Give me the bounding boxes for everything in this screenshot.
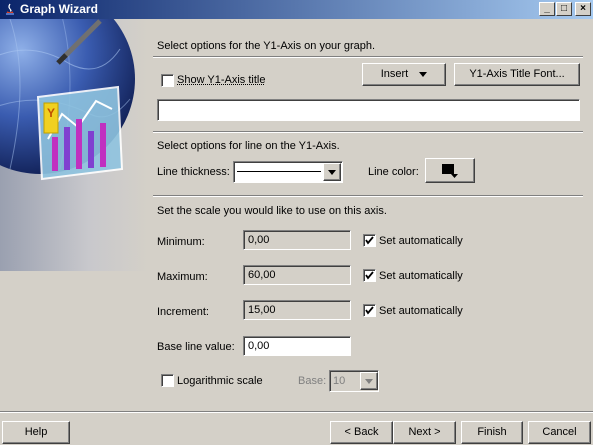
maximum-auto-checkbox[interactable]: [363, 269, 376, 282]
separator: [153, 131, 583, 133]
finish-label: Finish: [477, 426, 507, 438]
minimum-input[interactable]: 0,00: [243, 230, 351, 250]
cancel-label: Cancel: [542, 426, 577, 438]
checkmark-icon: [365, 306, 374, 315]
line-thickness-select[interactable]: [233, 161, 343, 183]
close-icon: ×: [580, 3, 586, 14]
minimize-icon: _: [544, 3, 550, 14]
maximum-auto-label[interactable]: Set automatically: [379, 270, 463, 282]
increment-input[interactable]: 15,00: [243, 300, 351, 320]
axis-letter: Y: [47, 106, 55, 120]
back-label: < Back: [344, 426, 379, 438]
footer-separator: [0, 411, 593, 413]
baseline-input[interactable]: 0,00: [243, 336, 351, 356]
minimum-label: Minimum:: [157, 236, 205, 248]
increment-auto-checkbox[interactable]: [363, 304, 376, 317]
chevron-down-icon: [365, 378, 373, 384]
close-button[interactable]: ×: [575, 2, 591, 16]
checkmark-icon: [365, 271, 374, 280]
maximum-label: Maximum:: [157, 271, 208, 283]
help-button[interactable]: Help: [2, 421, 70, 444]
y1-title-font-button[interactable]: Y1-Axis Title Font...: [454, 63, 580, 86]
maximum-input[interactable]: 60,00: [243, 265, 351, 285]
help-label: Help: [24, 426, 48, 438]
wizard-illustration: Y: [0, 19, 148, 271]
maximize-icon: □: [560, 3, 568, 14]
minimize-button[interactable]: _: [539, 2, 555, 16]
dropdown-arrow-icon: [419, 71, 428, 77]
maximize-button[interactable]: □: [556, 2, 572, 16]
show-y1-title-checkbox[interactable]: [161, 74, 174, 87]
increment-label: Increment:: [157, 306, 209, 318]
checkmark-icon: [365, 236, 374, 245]
dropdown-arrow-icon: [451, 174, 458, 178]
wizard-content: Select options for the Y1-Axis on your g…: [148, 19, 593, 411]
insert-label: Insert: [380, 68, 409, 80]
window-title: Graph Wizard: [20, 2, 98, 16]
base-select[interactable]: 10: [329, 370, 379, 392]
finish-button[interactable]: Finish: [461, 421, 523, 444]
logarithmic-scale-checkbox[interactable]: [161, 374, 174, 387]
base-value: 10: [333, 375, 346, 387]
insert-button[interactable]: Insert: [362, 63, 446, 86]
logarithmic-scale-label[interactable]: Logarithmic scale: [177, 375, 263, 387]
scale-section-heading: Set the scale you would like to use on t…: [157, 205, 387, 217]
y1-title-input[interactable]: [157, 99, 580, 121]
increment-auto-label[interactable]: Set automatically: [379, 305, 463, 317]
next-button[interactable]: Next >: [393, 421, 456, 444]
y1-title-font-label: Y1-Axis Title Font...: [469, 68, 565, 80]
separator: [153, 195, 583, 197]
color-swatch: [442, 164, 454, 174]
java-app-icon: [6, 3, 14, 15]
chevron-down-icon: [328, 169, 336, 175]
wizard-side-graphic: Y: [0, 19, 148, 271]
line-thickness-label: Line thickness:: [157, 166, 230, 178]
line-color-button[interactable]: [425, 158, 475, 183]
baseline-label: Base line value:: [157, 341, 235, 353]
base-label: Base:: [298, 375, 327, 387]
line-section-heading: Select options for line on the Y1-Axis.: [157, 140, 340, 152]
y1-section-heading: Select options for the Y1-Axis on your g…: [157, 40, 376, 52]
next-label: Next >: [408, 426, 441, 438]
minimum-auto-checkbox[interactable]: [363, 234, 376, 247]
line-thickness-dropdown-button[interactable]: [323, 163, 341, 181]
show-y1-title-label[interactable]: Show Y1-Axis title: [177, 74, 265, 86]
title-bar: Graph Wizard _ □ ×: [0, 0, 593, 19]
minimum-auto-label[interactable]: Set automatically: [379, 235, 463, 247]
back-button[interactable]: < Back: [330, 421, 393, 444]
cancel-button[interactable]: Cancel: [528, 421, 591, 444]
separator: [153, 56, 583, 58]
line-thickness-preview: [237, 171, 321, 172]
line-color-label: Line color:: [368, 166, 419, 178]
base-dropdown-button[interactable]: [360, 372, 378, 390]
